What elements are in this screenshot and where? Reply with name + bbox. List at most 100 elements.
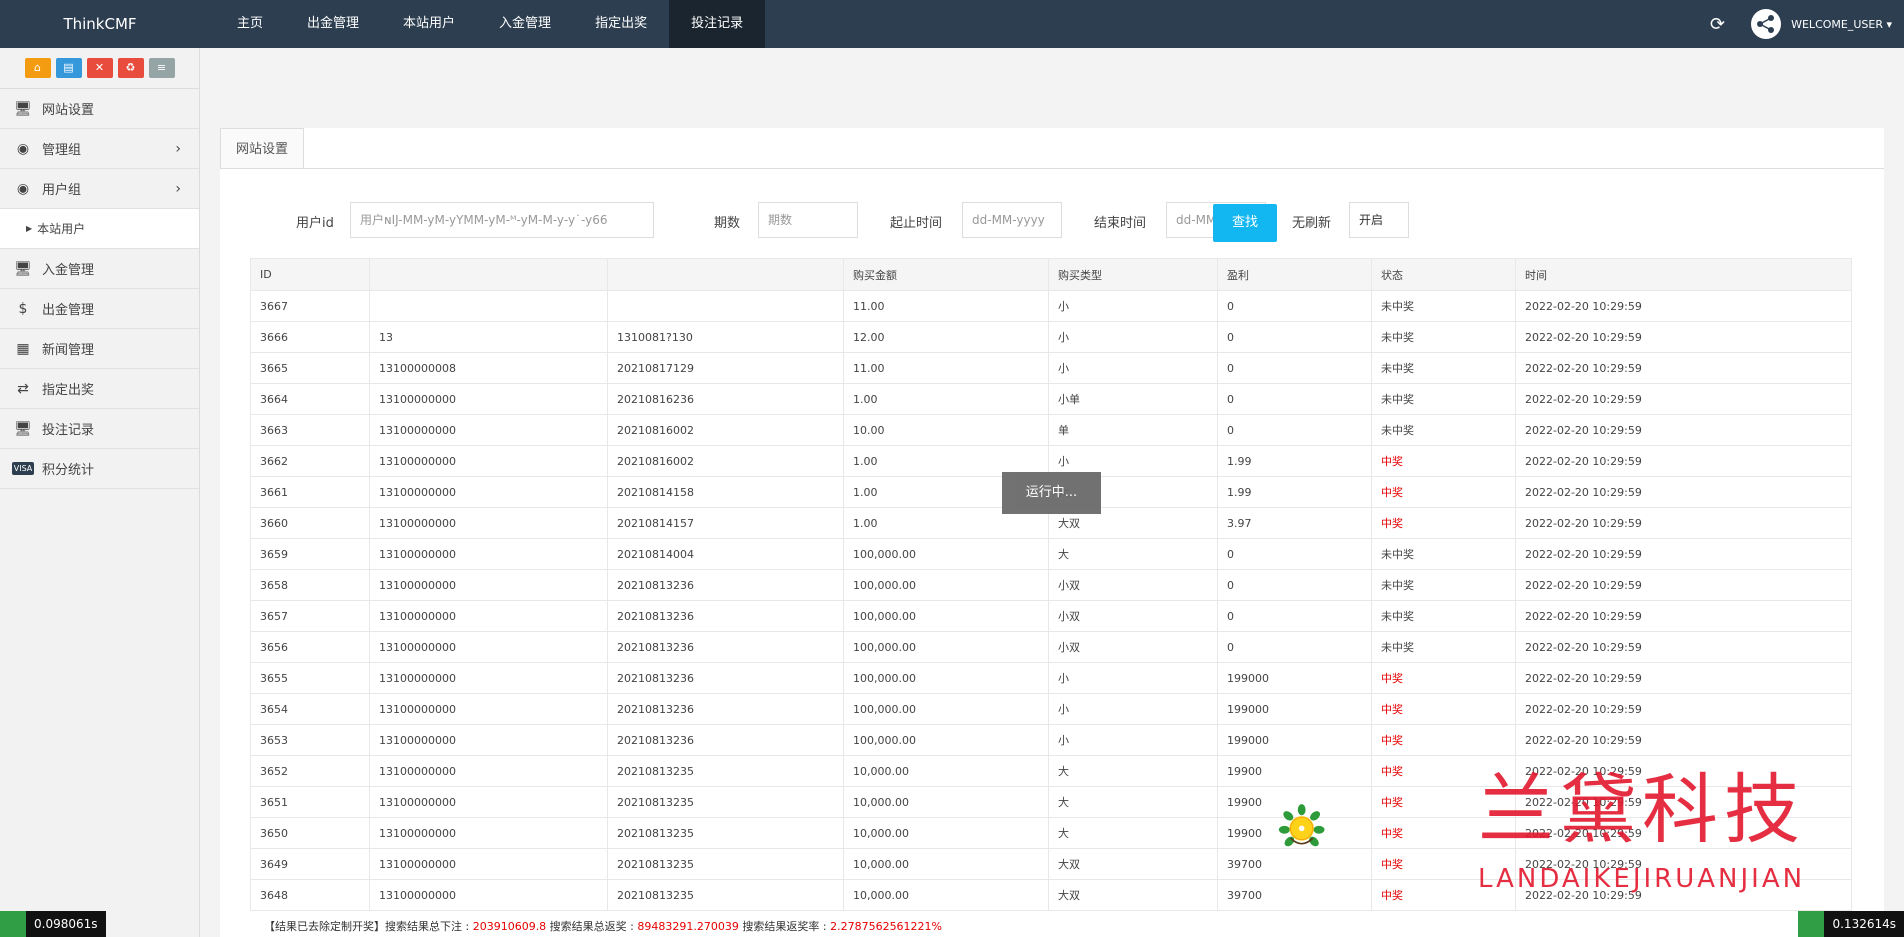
table-cell: 2022-02-20 10:29:59 (1515, 352, 1852, 384)
nav-bet-records[interactable]: 投注记录 (669, 0, 766, 48)
table-cell: 2022-02-20 10:29:59 (1515, 414, 1852, 446)
table-cell: 20210813235 (607, 848, 844, 880)
no-refresh-select[interactable]: 开启 (1349, 202, 1409, 238)
sidebar-item-label: 入金管理 (42, 263, 95, 278)
table-cell: 2022-02-20 10:29:59 (1515, 383, 1852, 415)
table-cell: 100,000.00 (843, 662, 1049, 694)
table-cell: 2022-02-20 10:29:59 (1515, 476, 1852, 508)
home-icon[interactable]: ⌂ (24, 58, 51, 78)
nav-users[interactable]: 本站用户 (381, 0, 477, 48)
watermark-logo-icon (1278, 804, 1325, 847)
sidebar-item-points[interactable]: VISA 积分统计 (0, 449, 199, 489)
sidebar-item-bet-records[interactable]: 🖥 投注记录 (0, 409, 199, 449)
table-row: 3659 13100000000 20210814004 100,000.00 大 0 未中… (250, 538, 1852, 570)
table-row: 3658 13100000000 20210813236 100,000.00 小双 0 未… (250, 569, 1852, 601)
user-circle-icon: ◉ (16, 180, 30, 197)
recycle-icon[interactable]: ♻ (117, 58, 144, 78)
document-icon[interactable]: ▤ (55, 58, 82, 78)
table-cell: 3663 (250, 414, 370, 446)
table-cell: 20210813236 (607, 600, 844, 632)
table-cell: 2022-02-20 10:29:59 (1515, 538, 1852, 570)
table-cell: 0 (1217, 569, 1372, 601)
table-cell: 20210814158 (607, 476, 844, 508)
table-cell: 13100000000 (369, 879, 608, 911)
table-cell (607, 290, 844, 322)
timer-left-value: 0.098061s (34, 917, 98, 931)
table-cell: 100,000.00 (843, 724, 1049, 756)
table-cell: 3652 (250, 755, 370, 787)
shortcut-bar: ⌂ ▤ ✕ ♻ ≡ (0, 48, 199, 89)
table-cell: 20210816002 (607, 414, 844, 446)
table-cell: 3648 (250, 879, 370, 911)
table-cell: 20210817129 (607, 352, 844, 384)
table-cell: 100,000.00 (843, 569, 1049, 601)
table-cell: 2022-02-20 10:29:59 (1515, 290, 1852, 322)
table-row: 3664 13100000000 20210816236 1.00 小单 0 未中奖 2022… (250, 383, 1852, 415)
table-cell: 13100000000 (369, 569, 608, 601)
table-cell: 2022-02-20 10:29:59 (1515, 600, 1852, 632)
table-cell: 小 (1048, 290, 1218, 322)
nav-home[interactable]: 主页 (215, 0, 285, 48)
table-cell: 10.00 (843, 414, 1049, 446)
chevron-right-icon: › (175, 180, 181, 197)
sidebar-item-news[interactable]: ▦ 新闻管理 (0, 329, 199, 369)
main-nav: 主页 出金管理 本站用户 入金管理 指定出奖 投注记录 (215, 0, 766, 48)
nav-deposit[interactable]: 入金管理 (477, 0, 573, 48)
sidebar-item-site-users[interactable]: ▶ 本站用户 (0, 209, 199, 249)
trash-icon[interactable]: ✕ (86, 58, 113, 78)
sidebar-item-user-group[interactable]: ◉ 用户组 › (0, 169, 199, 209)
sidebar: ⌂ ▤ ✕ ♻ ≡ 🖥 网站设置 ◉ 管理组 › ◉ 用户组 › ▶ 本站用户 … (0, 48, 200, 937)
table-cell: 2022-02-20 10:29:59 (1515, 321, 1852, 353)
userid-input[interactable]: 用户ɴIJ-MM-yM-yYMM-yM-ᴹ-yM-M-y-y˙-y66 (350, 202, 654, 238)
table-cell: 大双 (1048, 848, 1218, 880)
user-menu[interactable]: WELCOME_USER ▾ (1791, 18, 1892, 31)
table-cell: 2022-02-20 10:29:59 (1515, 662, 1852, 694)
table-cell: 20210813236 (607, 693, 844, 725)
table-cell: 3665 (250, 352, 370, 384)
search-button[interactable]: 查找 (1213, 204, 1277, 242)
summary-mid2: 搜索结果返奖率 : (738, 920, 831, 933)
sidebar-item-assign-prize[interactable]: ⇄ 指定出奖 (0, 369, 199, 409)
sidebar-item-label: 本站用户 (37, 222, 86, 236)
nav-withdraw[interactable]: 出金管理 (285, 0, 381, 48)
table-cell: 13100000008 (369, 352, 608, 384)
tab-divider (220, 168, 1884, 169)
table-cell: 100,000.00 (843, 693, 1049, 725)
table-cell: 大 (1048, 786, 1218, 818)
table-cell: 3659 (250, 538, 370, 570)
avatar[interactable] (1751, 9, 1782, 39)
table-cell: 20210813235 (607, 786, 844, 818)
nav-assign-prize[interactable]: 指定出奖 (573, 0, 669, 48)
table-cell: 2022-02-20 10:29:59 (1515, 445, 1852, 477)
table-cell: 20210814157 (607, 507, 844, 539)
no-refresh-label: 无刷新 (1292, 216, 1332, 231)
table-cell: 3661 (250, 476, 370, 508)
user-circle-icon: ◉ (16, 140, 30, 157)
sidebar-item-label: 管理组 (42, 143, 82, 158)
table-cell: 中奖 (1371, 662, 1516, 694)
refresh-icon[interactable]: ⟳ (1710, 14, 1725, 35)
table-cell: 20210814004 (607, 538, 844, 570)
table-cell: 13100000000 (369, 724, 608, 756)
list-icon[interactable]: ≡ (148, 58, 175, 78)
leaf-icon (0, 911, 26, 937)
summary-total-return: 89483291.270039 (637, 920, 739, 933)
brand-logo[interactable]: ThinkCMF (0, 0, 200, 48)
sidebar-item-withdraw[interactable]: $ 出金管理 (0, 289, 199, 329)
table-cell: 13100000000 (369, 507, 608, 539)
table-cell: 小双 (1048, 600, 1218, 632)
sidebar-item-admin-group[interactable]: ◉ 管理组 › (0, 129, 199, 169)
table-cell: 13100000000 (369, 662, 608, 694)
watermark-title: 兰黛科技 (1478, 765, 1806, 854)
col-id: ID (250, 258, 370, 291)
sidebar-item-site-settings[interactable]: 🖥 网站设置 (0, 89, 199, 129)
table-cell: 10,000.00 (843, 879, 1049, 911)
table-cell: 2022-02-20 10:29:59 (1515, 631, 1852, 663)
table-cell: 小 (1048, 662, 1218, 694)
table-cell: 大 (1048, 538, 1218, 570)
tab-site-settings[interactable]: 网站设置 (220, 128, 305, 169)
sidebar-item-deposit[interactable]: 🖥 入金管理 (0, 249, 199, 289)
table-cell: 100,000.00 (843, 631, 1049, 663)
period-input[interactable]: 期数 (758, 202, 858, 238)
start-time-input[interactable]: dd-MM-yyyy (962, 202, 1062, 238)
